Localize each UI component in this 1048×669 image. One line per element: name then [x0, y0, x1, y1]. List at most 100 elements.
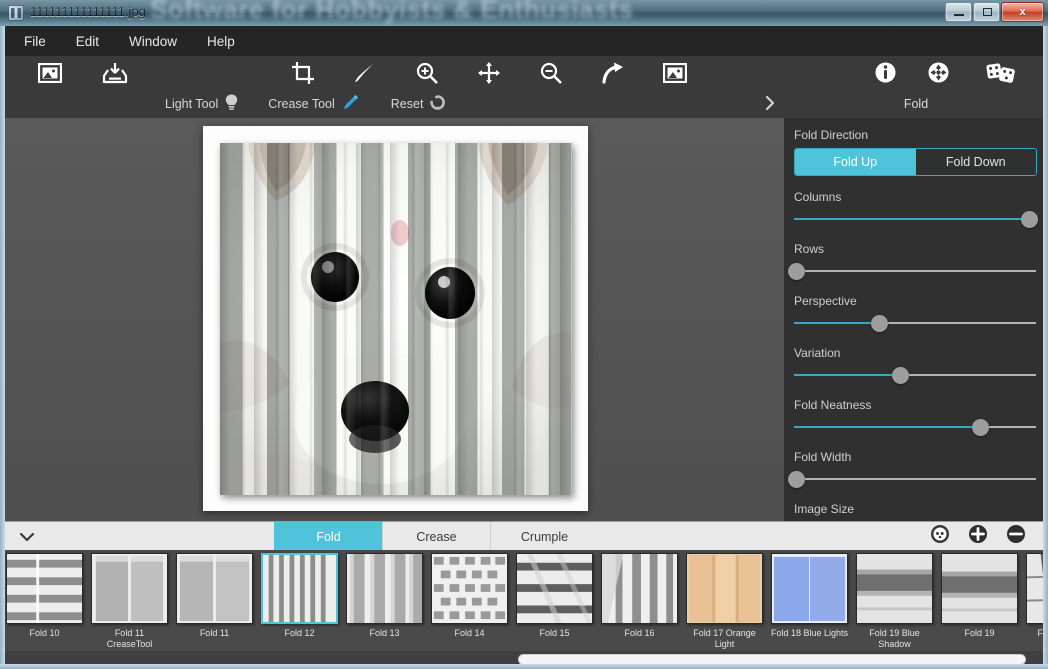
perspective-slider-knob[interactable] [871, 315, 888, 332]
application-window: Software for Hobbyists & Enthusiasts 111… [0, 0, 1048, 669]
fold-shadow-overlay [220, 143, 572, 495]
settings-icon[interactable] [916, 56, 960, 89]
image-canvas[interactable] [0, 118, 784, 521]
rows-slider-knob[interactable] [788, 263, 805, 280]
preset-item[interactable]: Fold 13 [344, 553, 425, 639]
menu-bar: File Edit Window Help [0, 26, 1048, 56]
add-preset-button[interactable] [968, 524, 988, 549]
expand-panel-chevron-icon[interactable] [764, 95, 780, 113]
info-icon[interactable] [863, 56, 907, 89]
close-button[interactable]: x [1001, 2, 1044, 22]
preset-item[interactable]: Fold 18 Blue Lights [769, 553, 850, 639]
preset-thumb[interactable] [941, 553, 1018, 624]
tab-crease[interactable]: Crease [382, 522, 490, 551]
preset-thumb[interactable] [6, 553, 83, 624]
zoom-in-icon[interactable] [405, 56, 449, 89]
variation-group: Variation [784, 332, 1048, 384]
image-icon[interactable] [653, 56, 697, 89]
remove-preset-button[interactable] [1006, 524, 1026, 549]
move-icon[interactable] [467, 56, 511, 89]
preset-item[interactable]: Fold 19 Blue Shadow [854, 553, 935, 650]
perspective-slider[interactable] [794, 314, 1036, 332]
crop-icon[interactable] [281, 56, 325, 89]
preset-item[interactable]: Fold 15 [514, 553, 595, 639]
preset-label: Fold 19 [939, 628, 1020, 639]
fold-settings-panel: Fold Direction Fold Up Fold Down Columns… [784, 118, 1048, 521]
crease-tool-group[interactable]: Crease Tool [268, 94, 358, 114]
preset-label: Fold 11 CreaseTool [89, 628, 170, 650]
preset-item[interactable]: Fold 11 CreaseTool [89, 553, 170, 650]
variation-slider-knob[interactable] [892, 367, 909, 384]
refresh-icon[interactable] [430, 95, 445, 113]
preset-thumbnail-strip[interactable]: Fold 10 Fold 11 CreaseTool Fold 11 [0, 550, 1048, 655]
tab-crumple[interactable]: Crumple [490, 522, 598, 551]
window-border-left [0, 26, 5, 669]
pencil-icon[interactable] [342, 94, 359, 114]
menu-edit[interactable]: Edit [64, 30, 111, 53]
columns-group: Columns [784, 176, 1048, 228]
reset-label: Reset [391, 97, 424, 111]
preset-thumb[interactable] [261, 553, 338, 624]
light-tool-label: Light Tool [165, 97, 218, 111]
columns-slider[interactable] [794, 210, 1036, 228]
preset-item[interactable]: Fold 11 [174, 553, 255, 639]
zoom-out-icon[interactable] [529, 56, 573, 89]
preview-image[interactable] [220, 143, 572, 495]
randomize-button[interactable] [930, 524, 950, 549]
fold-neatness-slider-knob[interactable] [972, 419, 989, 436]
preset-item[interactable]: Fold 17 Orange Light [684, 553, 765, 650]
preset-label: Fold 19 Blue Shadow [854, 628, 935, 650]
menu-window[interactable]: Window [117, 30, 189, 53]
columns-slider-knob[interactable] [1021, 211, 1038, 228]
preset-label: Fold 14 [429, 628, 510, 639]
variation-slider[interactable] [794, 366, 1036, 384]
preset-label: Fold 10 [4, 628, 85, 639]
preset-thumb[interactable] [346, 553, 423, 624]
light-tool-group[interactable]: Light Tool [165, 94, 238, 114]
menu-file[interactable]: File [12, 30, 58, 53]
preset-actions [930, 524, 1048, 549]
preset-thumb[interactable] [856, 553, 933, 624]
close-icon: x [1019, 6, 1025, 18]
rows-slider[interactable] [794, 262, 1036, 280]
app-icon [8, 5, 24, 21]
preset-thumb[interactable] [601, 553, 678, 624]
maximize-button[interactable] [973, 2, 1000, 22]
reset-group[interactable]: Reset [391, 95, 446, 113]
fold-neatness-slider[interactable] [794, 418, 1036, 436]
preset-item[interactable]: Fold 14 [429, 553, 510, 639]
save-image-icon[interactable] [93, 56, 137, 89]
preset-thumb[interactable] [771, 553, 848, 624]
preset-item[interactable]: Fold 10 [4, 553, 85, 639]
preset-item-selected[interactable]: Fold 12 [259, 553, 340, 639]
image-size-label: Image Size [794, 502, 1048, 516]
fold-down-button[interactable]: Fold Down [916, 149, 1037, 175]
preset-item[interactable]: Fold 16 [599, 553, 680, 639]
preset-thumb[interactable] [176, 553, 253, 624]
fold-width-group: Fold Width [784, 436, 1048, 488]
window-border-bottom [0, 664, 1048, 669]
dice-icon[interactable] [976, 56, 1026, 89]
lightbulb-icon[interactable] [225, 94, 238, 114]
open-image-icon[interactable] [28, 56, 72, 89]
tab-fold[interactable]: Fold [274, 522, 382, 551]
fold-width-slider[interactable] [794, 470, 1036, 488]
preset-label: Fold 18 Blue Lights [769, 628, 850, 639]
preset-item[interactable]: Fold 19 [939, 553, 1020, 639]
preset-tabs: Fold Crease Crumple [274, 522, 598, 551]
brush-icon[interactable] [343, 56, 387, 89]
chevron-down-icon[interactable] [0, 532, 54, 542]
redo-icon[interactable] [591, 56, 635, 89]
fold-direction-label: Fold Direction [794, 128, 1048, 142]
fold-up-button[interactable]: Fold Up [795, 149, 916, 175]
preset-thumb[interactable] [516, 553, 593, 624]
preset-thumb[interactable] [431, 553, 508, 624]
minimize-button[interactable] [945, 2, 972, 22]
preset-label: Fold 16 [599, 628, 680, 639]
fold-width-slider-knob[interactable] [788, 471, 805, 488]
menu-help[interactable]: Help [195, 30, 247, 53]
preset-thumb[interactable] [91, 553, 168, 624]
preset-thumb[interactable] [686, 553, 763, 624]
columns-label: Columns [794, 190, 1048, 204]
preset-label: Fold 15 [514, 628, 595, 639]
